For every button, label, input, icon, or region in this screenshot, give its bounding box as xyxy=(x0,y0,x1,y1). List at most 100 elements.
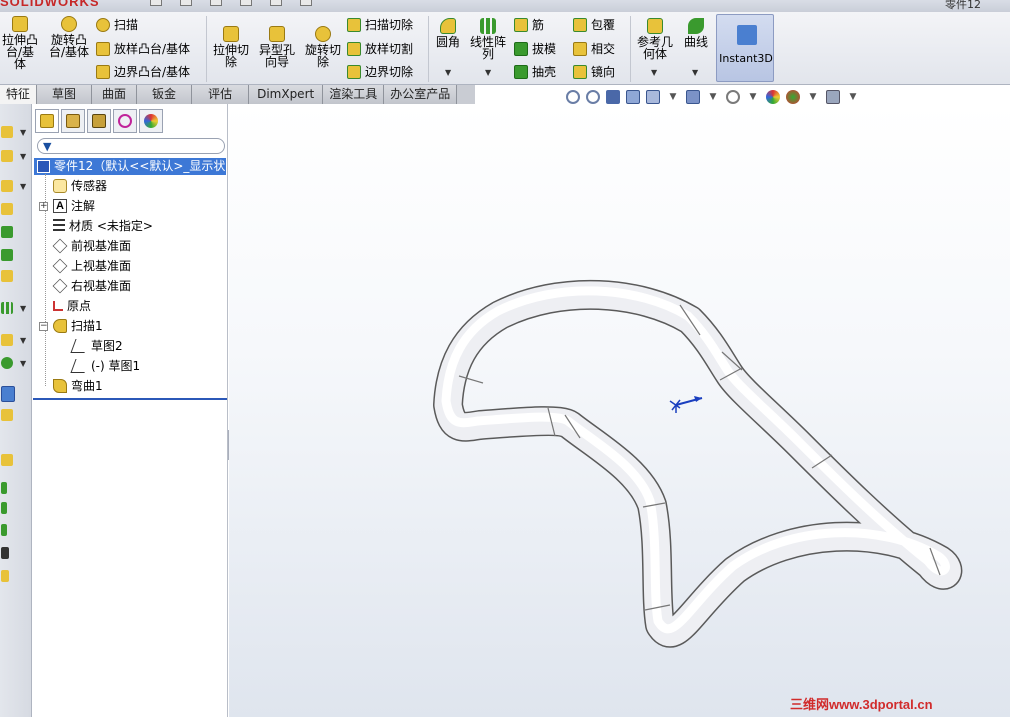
dropdown-icon[interactable]: ▼ xyxy=(20,128,26,137)
toolbar-instant3d-icon[interactable] xyxy=(1,386,15,402)
toolbar-sketch-icon[interactable] xyxy=(1,482,7,494)
dropdown-icon[interactable]: ▼ xyxy=(20,182,26,191)
dropdown-icon[interactable]: ▼ xyxy=(20,359,26,368)
toolbar-pattern-icon[interactable] xyxy=(1,302,13,314)
fillet-button[interactable]: 圆角 xyxy=(432,18,464,48)
tree-item-front-plane[interactable]: 前视基准面 xyxy=(52,237,131,255)
tab-sketch[interactable]: 草图 xyxy=(37,85,93,104)
tab-render-tools[interactable]: 渲染工具 xyxy=(323,85,385,104)
dropdown-icon[interactable]: ▼ xyxy=(20,304,26,313)
print-icon[interactable] xyxy=(240,0,252,6)
view-settings-dropdown-icon[interactable]: ▼ xyxy=(846,90,860,104)
toolbar-sketch-icon[interactable] xyxy=(1,524,7,536)
toolbar-reference-icon[interactable] xyxy=(1,334,13,346)
undo-icon[interactable] xyxy=(270,0,282,6)
view-settings-icon[interactable] xyxy=(826,90,840,104)
tab-surfaces[interactable]: 曲面 xyxy=(92,85,138,104)
display-style-icon[interactable] xyxy=(686,90,700,104)
tree-item-sketch2[interactable]: 草图2 xyxy=(70,337,123,355)
rib-button[interactable]: 筋 xyxy=(514,16,544,33)
toolbar-feature-icon[interactable] xyxy=(1,150,13,162)
curves-dropdown-icon[interactable]: ▼ xyxy=(692,68,698,77)
tree-root-part[interactable]: 零件12（默认<<默认>_显示状 xyxy=(34,158,226,175)
shell-button[interactable]: 抽壳 xyxy=(514,63,556,80)
revolve-boss-button[interactable]: 旋转凸 台/基体 xyxy=(46,16,92,58)
sweep-cut-button[interactable]: 扫描切除 xyxy=(347,16,413,33)
previous-view-icon[interactable] xyxy=(606,90,620,104)
instant3d-button[interactable]: Instant3D xyxy=(716,14,774,82)
sweep-button[interactable]: 扫描 xyxy=(96,16,138,33)
reference-geometry-button[interactable]: 参考几 何体 xyxy=(634,18,676,60)
open-icon[interactable] xyxy=(180,0,192,6)
extrude-cut-button[interactable]: 拉伸切 除 xyxy=(210,26,252,68)
tree-item-top-plane[interactable]: 上视基准面 xyxy=(52,257,131,275)
linear-pattern-button[interactable]: 线性阵 列 xyxy=(468,18,508,60)
toolbar-sketch-icon[interactable] xyxy=(1,454,13,466)
tree-item-right-plane[interactable]: 右视基准面 xyxy=(52,277,131,295)
save-icon[interactable] xyxy=(210,0,222,6)
loft-cut-button[interactable]: 放样切割 xyxy=(347,40,413,57)
toolbar-sketch-icon[interactable] xyxy=(1,570,9,582)
toolbar-sketch-icon[interactable] xyxy=(1,502,7,514)
apply-scene-icon[interactable] xyxy=(786,90,800,104)
edit-appearance-icon[interactable] xyxy=(766,90,780,104)
expand-annotations-icon[interactable]: + xyxy=(39,202,48,211)
feature-tree-tab[interactable] xyxy=(35,109,59,133)
extrude-boss-button[interactable]: 拉伸凸 台/基体 xyxy=(0,16,40,70)
tab-sheet-metal[interactable]: 钣金 xyxy=(137,85,193,104)
configuration-manager-tab[interactable] xyxy=(87,109,111,133)
toolbar-feature-icon[interactable] xyxy=(1,126,13,138)
hole-wizard-button[interactable]: 异型孔 向导 xyxy=(255,26,299,68)
view-orientation-icon[interactable] xyxy=(646,90,660,104)
tab-office-products[interactable]: 办公室产品 xyxy=(384,85,458,104)
toolbar-feature-icon[interactable] xyxy=(1,226,13,238)
tree-item-annotations[interactable]: A 注解 xyxy=(53,197,95,215)
property-manager-tab[interactable] xyxy=(61,109,85,133)
zoom-to-area-icon[interactable] xyxy=(586,90,600,104)
mirror-button[interactable]: 镜向 xyxy=(573,63,615,80)
revolve-cut-button[interactable]: 旋转切 除 xyxy=(302,26,344,68)
graphics-viewport[interactable] xyxy=(229,104,1010,717)
pattern-dropdown-icon[interactable]: ▼ xyxy=(485,68,491,77)
toolbar-feature-icon[interactable] xyxy=(1,409,13,421)
rollback-bar[interactable] xyxy=(33,398,227,400)
draft-button[interactable]: 拔模 xyxy=(514,40,556,57)
hide-show-dropdown-icon[interactable]: ▼ xyxy=(746,90,760,104)
tree-item-sensors[interactable]: 传感器 xyxy=(53,177,107,195)
display-manager-tab[interactable] xyxy=(139,109,163,133)
model-canvas[interactable] xyxy=(229,104,1010,717)
fillet-dropdown-icon[interactable]: ▼ xyxy=(445,68,451,77)
tree-item-origin[interactable]: 原点 xyxy=(53,297,91,315)
toolbar-feature-icon[interactable] xyxy=(1,249,13,261)
tab-evaluate[interactable]: 评估 xyxy=(192,85,250,104)
select-icon[interactable] xyxy=(300,0,312,6)
section-view-icon[interactable] xyxy=(626,90,640,104)
wrap-button[interactable]: 包覆 xyxy=(573,16,615,33)
tree-item-flex1[interactable]: 弯曲1 xyxy=(53,377,103,395)
reference-geometry-dropdown-icon[interactable]: ▼ xyxy=(651,68,657,77)
toolbar-feature-icon[interactable] xyxy=(1,180,13,192)
dropdown-icon[interactable]: ▼ xyxy=(20,336,26,345)
new-icon[interactable] xyxy=(150,0,162,6)
dropdown-icon[interactable]: ▼ xyxy=(20,152,26,161)
dimxpert-manager-tab[interactable] xyxy=(113,109,137,133)
display-style-dropdown-icon[interactable]: ▼ xyxy=(706,90,720,104)
curves-button[interactable]: 曲线 xyxy=(680,18,712,48)
intersect-button[interactable]: 相交 xyxy=(573,40,615,57)
toolbar-sketch-icon[interactable] xyxy=(1,547,9,559)
tree-item-material[interactable]: 材质 <未指定> xyxy=(53,217,153,235)
tree-item-sweep1[interactable]: 扫描1 xyxy=(53,317,103,335)
toolbar-feature-icon[interactable] xyxy=(1,270,13,282)
tab-dimxpert[interactable]: DimXpert xyxy=(249,85,324,104)
toolbar-feature-icon[interactable] xyxy=(1,203,13,215)
tree-filter-input[interactable]: ▼ xyxy=(37,138,225,154)
tree-item-sketch1[interactable]: (-) 草图1 xyxy=(70,357,140,375)
view-orientation-dropdown-icon[interactable]: ▼ xyxy=(666,90,680,104)
collapse-sweep-icon[interactable]: − xyxy=(39,322,48,331)
loft-boss-button[interactable]: 放样凸台/基体 xyxy=(96,40,190,57)
tab-features[interactable]: 特征 xyxy=(0,85,38,104)
boundary-boss-button[interactable]: 边界凸台/基体 xyxy=(96,63,190,80)
toolbar-curves-icon[interactable] xyxy=(1,357,13,369)
zoom-to-fit-icon[interactable] xyxy=(566,90,580,104)
hide-show-items-icon[interactable] xyxy=(726,90,740,104)
